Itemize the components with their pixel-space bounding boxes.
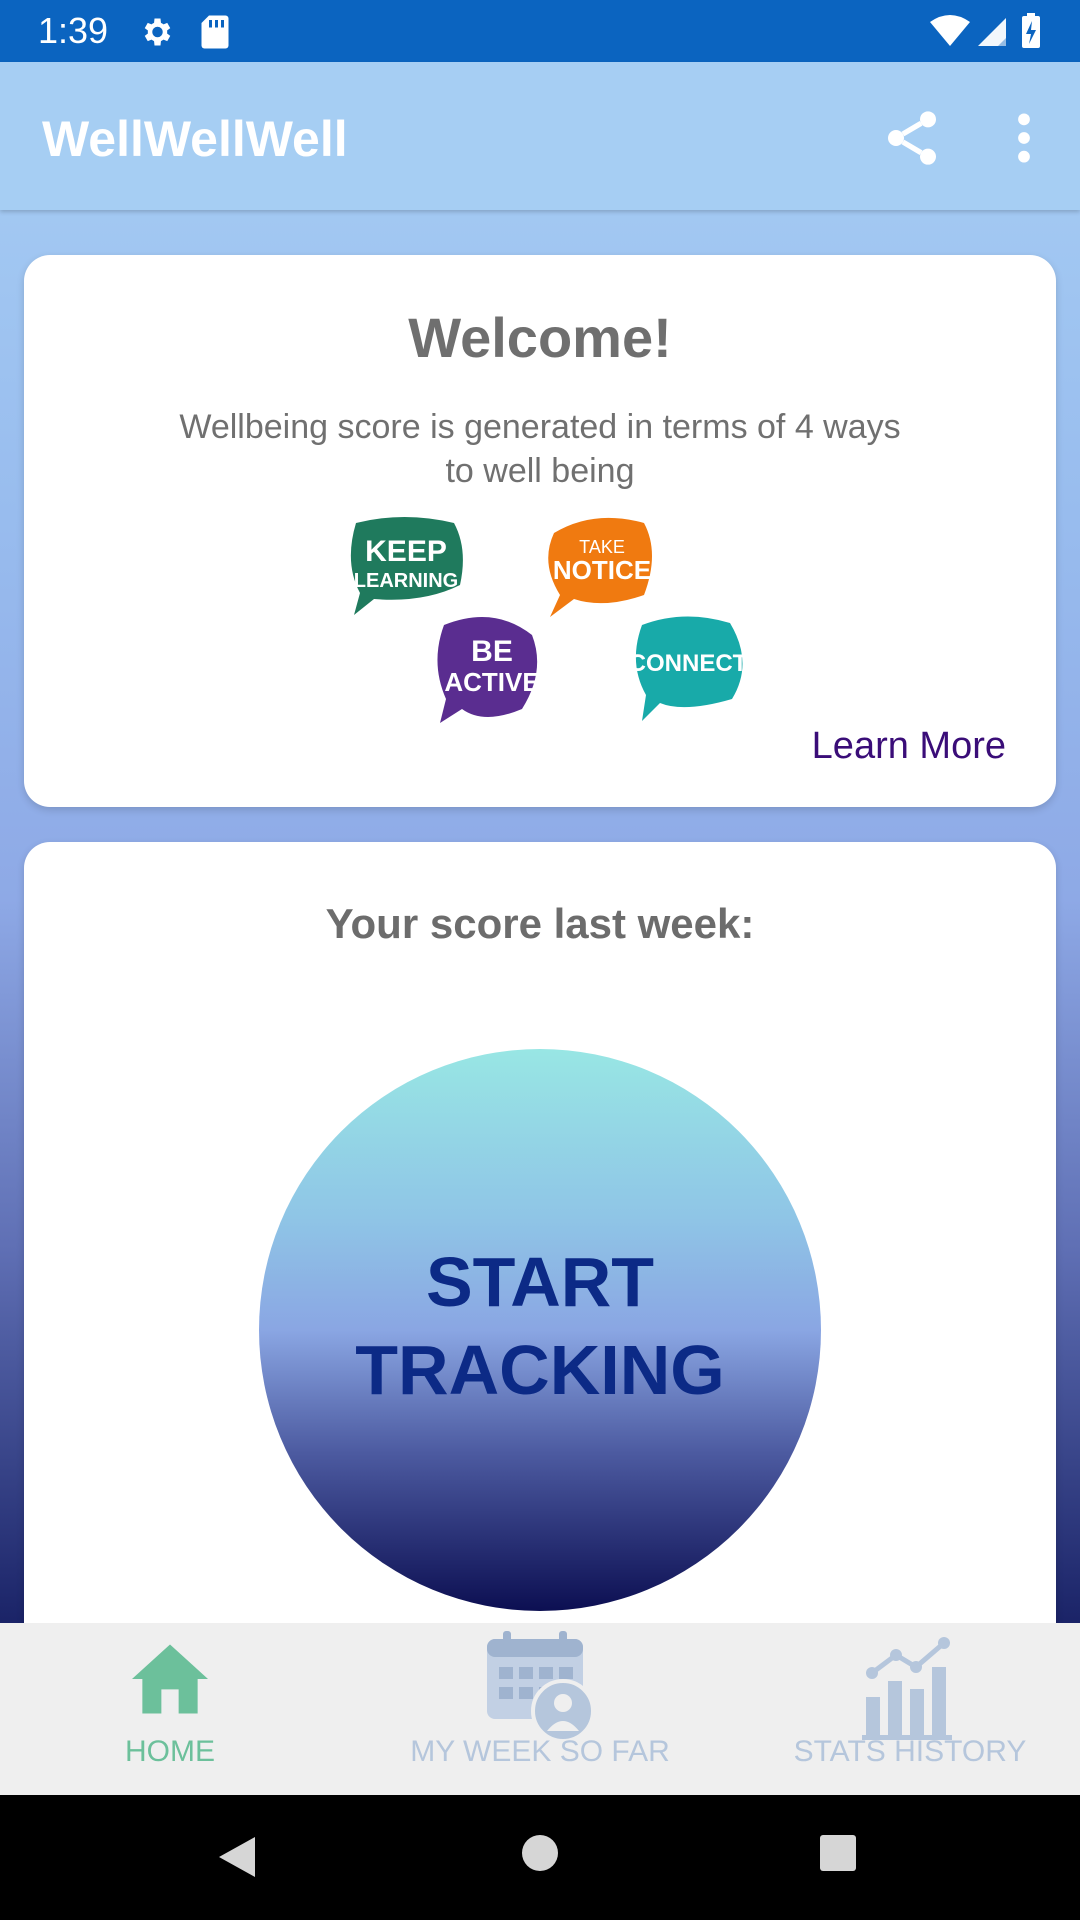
take-notice-line2: NOTICE xyxy=(553,555,651,585)
four-ways-illustration: KEEP LEARNING TAKE NOTICE BE ACTIVE CONN… xyxy=(350,517,748,723)
battery-charging-icon xyxy=(1022,13,1040,48)
nav-stats-label: STATS HISTORY xyxy=(793,1735,1027,1768)
keep-learning-line2: LEARNING xyxy=(354,570,458,592)
start-tracking-button[interactable]: START TRACKING xyxy=(259,1049,821,1611)
bottom-navigation: HOME MY WEEK SO FAR STATS HISTORY xyxy=(0,1623,1080,1795)
score-title: Your score last week: xyxy=(325,900,755,947)
nav-my-week-so-far[interactable]: MY WEEK SO FAR xyxy=(380,1623,700,1795)
connect-bubble: CONNECT xyxy=(629,616,748,721)
take-notice-bubble: TAKE NOTICE xyxy=(548,517,652,617)
keep-learning-line1: KEEP xyxy=(365,535,447,568)
start-tracking-line2: TRACKING xyxy=(355,1331,725,1409)
bar-chart-icon xyxy=(862,1637,952,1740)
status-right-icons xyxy=(928,12,1048,57)
nav-my-week-label: MY WEEK SO FAR xyxy=(410,1735,670,1768)
start-tracking-label: START TRACKING xyxy=(330,1238,750,1414)
welcome-title: Welcome! xyxy=(408,306,672,369)
home-icon xyxy=(132,1644,208,1714)
welcome-description: Wellbeing score is generated in terms of… xyxy=(179,408,901,490)
home-circle-icon[interactable] xyxy=(520,1833,560,1873)
share-button[interactable] xyxy=(880,106,944,170)
recents-icon[interactable] xyxy=(818,1833,858,1873)
status-time: 1:39 xyxy=(38,10,109,51)
learn-more-link[interactable]: Learn More xyxy=(812,725,1006,768)
back-icon[interactable] xyxy=(215,1833,259,1881)
app-title: WellWellWell xyxy=(42,111,348,167)
sd-card-icon xyxy=(200,14,230,55)
system-navigation-bar xyxy=(0,1795,1080,1920)
app-bar: WellWellWell xyxy=(0,62,1080,210)
nav-home[interactable]: HOME xyxy=(60,1623,280,1795)
be-active-bubble: BE ACTIVE xyxy=(437,617,540,723)
wifi-icon xyxy=(930,15,970,46)
start-tracking-line1: START xyxy=(425,1243,655,1321)
be-active-line1: BE xyxy=(471,635,513,668)
welcome-card: Welcome! Wellbeing score is generated in… xyxy=(24,255,1056,807)
signal-icon xyxy=(978,18,1006,46)
gear-icon xyxy=(138,14,174,55)
more-vert-icon xyxy=(1018,113,1030,163)
nav-home-label: HOME xyxy=(125,1735,215,1768)
status-bar: 1:39 xyxy=(0,0,1080,62)
more-options-button[interactable] xyxy=(1000,106,1048,170)
nav-stats-history[interactable]: STATS HISTORY xyxy=(760,1623,1060,1795)
keep-learning-bubble: KEEP LEARNING xyxy=(350,517,463,615)
be-active-line2: ACTIVE xyxy=(444,667,539,697)
share-icon xyxy=(888,111,936,165)
calendar-user-icon xyxy=(487,1631,595,1743)
connect-line1: CONNECT xyxy=(629,650,748,677)
take-notice-line1: TAKE xyxy=(579,537,625,557)
